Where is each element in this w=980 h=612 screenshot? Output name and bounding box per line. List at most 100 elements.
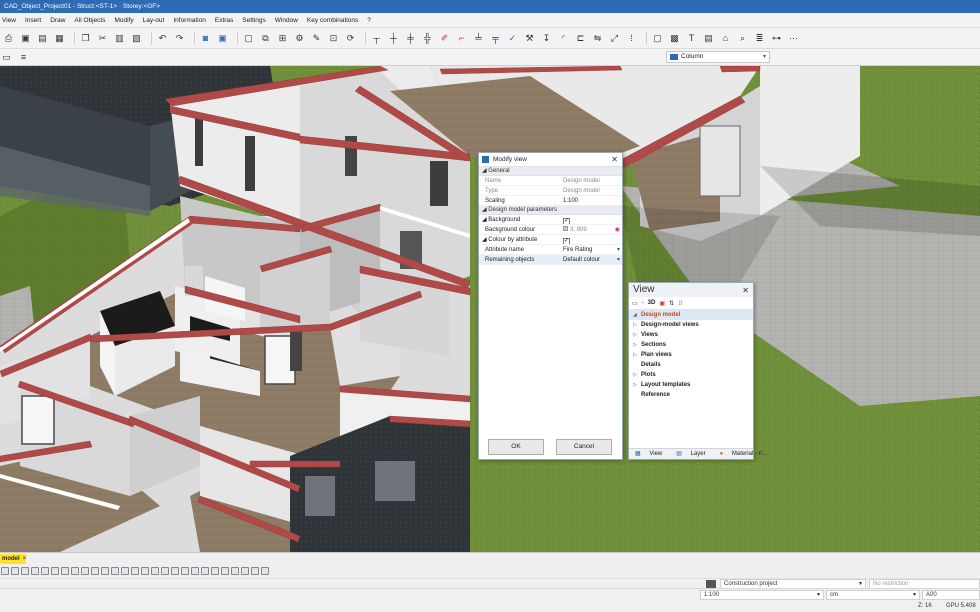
minus-icon[interactable]: - [642,300,644,306]
layers-icon[interactable]: ≣ [753,32,766,45]
row-background-colour[interactable]: Background colour 3, 809 ◉ [479,225,622,235]
tool-icon[interactable] [131,567,139,575]
tool-icon[interactable] [141,567,149,575]
tool-icon[interactable] [261,567,269,575]
tool-icon[interactable] [171,567,179,575]
tool-icon[interactable] [51,567,59,575]
tab-model[interactable]: model × [0,554,26,564]
menu-key-combinations[interactable]: Key combinations [307,17,358,24]
close-icon[interactable]: × [23,556,27,562]
row-remaining-objects[interactable]: Remaining objects Default colour ▾ [479,255,622,265]
tab-layer[interactable]: ▤ Layer [673,449,709,459]
copy-icon[interactable]: ❐ [79,32,92,45]
scale-icon[interactable]: ⤢ [608,32,621,45]
label-icon[interactable]: ▤ [702,32,715,45]
tool-icon[interactable] [221,567,229,575]
colour-by-attribute-checkbox[interactable]: ✓ [563,238,570,244]
menu-view[interactable]: View [2,17,16,24]
background-checkbox[interactable]: ✓ [563,218,570,224]
chevron-down-icon[interactable]: ▾ [617,245,620,254]
menu-modify[interactable]: Modify [115,17,134,24]
tree-item-plots[interactable]: ▷ Plots [629,370,753,380]
cut-icon[interactable]: ✂ [96,32,109,45]
tool-icon[interactable] [31,567,39,575]
frame-icon[interactable]: ▢ [651,32,664,45]
paste-icon[interactable]: ▥ [113,32,126,45]
3d-button[interactable]: 3D [648,300,656,306]
gear-icon[interactable]: ⚙ [293,32,306,45]
wrench-icon[interactable]: ⚒ [523,32,536,45]
tool-icon[interactable] [201,567,209,575]
print-icon[interactable]: ⎙ [2,32,15,45]
arc-icon[interactable]: ◜ [557,32,570,45]
group-icon[interactable]: ⊞ [276,32,289,45]
cross-icon[interactable]: ┼ [387,32,400,45]
offset-icon[interactable]: ⊏ [574,32,587,45]
menu-all-objects[interactable]: All Objects [74,17,105,24]
save-icon[interactable]: ▣ [659,300,665,307]
tool-icon[interactable] [151,567,159,575]
tool-icon[interactable] [251,567,259,575]
unit-field[interactable]: cm ▾ [826,590,920,600]
intersect-icon[interactable]: ╤ [489,32,502,45]
select-icon[interactable]: ▣ [216,32,229,45]
menu-insert[interactable]: Insert [25,17,41,24]
tool-icon[interactable] [121,567,129,575]
palette-title-bar[interactable]: View ✕ [629,283,753,297]
menu-information[interactable]: Information [173,17,206,24]
tool-icon[interactable] [181,567,189,575]
row-colour-by-attribute[interactable]: ◢ Colour by attribute ✓ [479,235,622,245]
menu-layout[interactable]: Lay-out [143,17,165,24]
menu-help[interactable]: ? [367,17,371,24]
more-icon[interactable]: ⋯ [787,32,800,45]
tree-item-design-model-views[interactable]: ▷ Design-model views [629,320,753,330]
cancel-button[interactable]: Cancel [556,439,612,455]
property-icon[interactable]: ▭ [0,51,13,64]
menu-extras[interactable]: Extras [215,17,233,24]
section-general[interactable]: ◢ General [479,167,622,176]
tree-item-reference[interactable]: Reference [629,390,753,400]
tool-icon[interactable] [81,567,89,575]
filter-icon[interactable]: ⇵ [678,300,683,307]
text-icon[interactable]: T [685,32,698,45]
zoom-icon[interactable]: ⌕ [736,32,749,45]
tree-item-design-model[interactable]: ◢ Design model [629,310,753,320]
row-background[interactable]: ◢ Background ✓ [479,215,622,225]
row-scaling[interactable]: Scaling 1:100 [479,196,622,206]
section-design-params[interactable]: ◢ Design model parameters [479,206,622,215]
layer-field[interactable]: A00 [922,590,980,600]
tree-item-sections[interactable]: ▷ Sections [629,340,753,350]
tool-icon[interactable] [161,567,169,575]
measure-icon[interactable]: ↧ [540,32,553,45]
new-view-icon[interactable]: ▭ [632,300,638,307]
row-attribute-name[interactable]: Attribute name Fire Rating ▾ [479,245,622,255]
palette-icon[interactable]: ◉ [615,225,620,234]
rotate-icon[interactable]: ⟳ [344,32,357,45]
menu-window[interactable]: Window [275,17,298,24]
network-icon[interactable]: ⊶ [770,32,783,45]
tool-icon[interactable] [191,567,199,575]
menu-settings[interactable]: Settings [242,17,266,24]
layer-combo[interactable]: Column ▾ [666,51,770,63]
join-icon[interactable]: ╬ [421,32,434,45]
ok-button[interactable]: OK [488,439,544,455]
tab-view[interactable]: ▦ View [632,449,666,459]
dialog-title-bar[interactable]: Modify view ✕ [479,153,622,167]
tool-icon[interactable] [91,567,99,575]
format-icon[interactable]: ≡ [17,51,30,64]
trim-icon[interactable]: ⌐ [455,32,468,45]
image-icon[interactable]: ▩ [668,32,681,45]
tee-icon[interactable]: ┬ [370,32,383,45]
check-icon[interactable]: ✓ [506,32,519,45]
tool-icon[interactable] [71,567,79,575]
scale-field[interactable]: 1:100 ▾ [700,590,824,600]
menu-draw[interactable]: Draw [50,17,65,24]
tree-item-views[interactable]: ▷ Views [629,330,753,340]
tool-icon[interactable] [1,567,9,575]
tool-icon[interactable] [41,567,49,575]
split-icon[interactable]: ╪ [404,32,417,45]
tool-icon[interactable] [11,567,19,575]
export-icon[interactable]: ▦ [53,32,66,45]
window-icon[interactable]: ▢ [242,32,255,45]
sort-icon[interactable]: ⇅ [669,300,674,307]
